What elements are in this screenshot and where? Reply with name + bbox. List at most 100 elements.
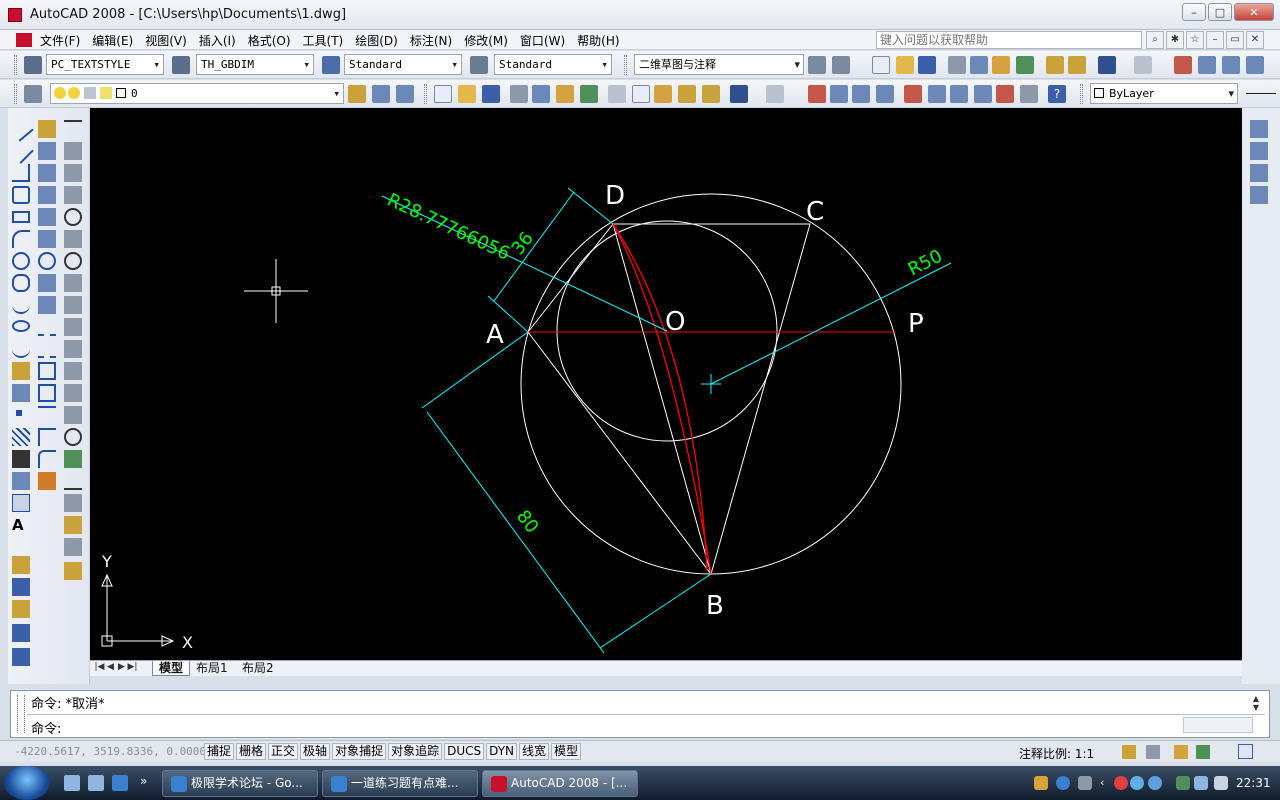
start-button[interactable] <box>4 766 50 800</box>
qq-icon[interactable] <box>1114 776 1128 790</box>
layer-thaw-sun-icon[interactable] <box>68 87 80 99</box>
3d-dwf-icon[interactable] <box>1016 56 1034 74</box>
copy-object-icon[interactable] <box>38 142 56 160</box>
dwf-icon[interactable] <box>580 85 598 103</box>
make-block-icon[interactable] <box>12 384 30 402</box>
doc-close-button[interactable]: ✕ <box>1246 31 1264 49</box>
polygon-icon[interactable] <box>12 186 30 204</box>
linetype-dropdown[interactable]: ByLayer <box>1090 83 1238 104</box>
tool-palettes-icon[interactable] <box>1222 56 1240 74</box>
tab-layout2[interactable]: 布局2 <box>236 661 280 676</box>
open-file-icon[interactable] <box>896 56 914 74</box>
convert-space-icon[interactable] <box>12 648 30 666</box>
menu-modify[interactable]: 修改(M) <box>464 32 508 49</box>
text-scale-icon[interactable] <box>12 600 30 618</box>
workspace-settings-icon[interactable] <box>808 56 826 74</box>
brush-icon[interactable] <box>678 85 696 103</box>
task-browser-forum[interactable]: 极限学术论坛 - Go... <box>162 770 318 797</box>
table-icon[interactable] <box>12 494 30 512</box>
polyline-icon[interactable] <box>12 164 30 182</box>
plot-icon[interactable] <box>948 56 966 74</box>
save-icon[interactable] <box>918 56 936 74</box>
toolbar-grip[interactable] <box>1080 84 1083 104</box>
volume-icon[interactable] <box>1214 776 1228 790</box>
messenger-icon[interactable] <box>1130 776 1144 790</box>
cut-icon[interactable] <box>1046 56 1064 74</box>
help-search-input[interactable]: 键入问题以获取帮助 <box>876 31 1142 49</box>
layer-lock-icon[interactable] <box>84 87 96 99</box>
arc-length-icon[interactable] <box>64 164 82 182</box>
gradient-icon[interactable] <box>12 450 30 468</box>
toggle-ducs[interactable]: DUCS <box>444 743 485 760</box>
calculator-icon[interactable] <box>1020 85 1038 103</box>
offset-icon[interactable] <box>38 186 56 204</box>
toggle-otrack[interactable]: 对象追踪 <box>388 743 443 760</box>
taskbar-clock[interactable]: 22:31 <box>1236 776 1271 790</box>
explode-icon[interactable] <box>38 472 56 490</box>
switch-windows-icon[interactable] <box>88 775 104 791</box>
paste-icon[interactable] <box>654 85 672 103</box>
construction-line-icon[interactable] <box>8 138 34 164</box>
save-drawing-icon[interactable] <box>482 85 500 103</box>
toolbar-grip[interactable] <box>14 84 17 104</box>
matchprop-icon[interactable] <box>702 85 720 103</box>
ellipse-arc-icon[interactable] <box>12 340 30 358</box>
help-icon[interactable]: ? <box>1048 85 1066 103</box>
baseline-icon[interactable] <box>64 318 82 336</box>
text-style-dropdown[interactable]: PC_TEXTSTYLE <box>46 54 164 75</box>
menu-draw[interactable]: 绘图(D) <box>355 32 398 49</box>
toggle-ortho[interactable]: 正交 <box>268 743 299 760</box>
continue-icon[interactable] <box>64 340 82 358</box>
jogged-icon[interactable] <box>64 230 82 248</box>
radius-dimension-icon[interactable] <box>64 208 82 226</box>
chamfer-icon[interactable] <box>38 428 56 446</box>
arc-icon[interactable] <box>12 230 30 248</box>
dimtedit-icon[interactable] <box>64 516 82 534</box>
workspace-dropdown[interactable]: 二维草图与注释 <box>634 54 804 75</box>
menu-edit[interactable]: 编辑(E) <box>92 32 133 49</box>
break-icon[interactable] <box>38 384 56 402</box>
erase-icon[interactable] <box>38 120 56 138</box>
ime-options-icon[interactable] <box>1078 776 1092 790</box>
print-icon[interactable] <box>510 85 528 103</box>
revcloud-icon[interactable] <box>12 274 30 292</box>
cursor-coordinates[interactable]: -4220.5617, 3519.8336, 0.0000 <box>14 745 206 758</box>
command-prompt-input[interactable]: 命令: <box>31 718 61 737</box>
text-justify-icon[interactable] <box>12 624 30 642</box>
publish-drawing-icon[interactable] <box>556 85 574 103</box>
markup-icon[interactable] <box>996 85 1014 103</box>
point-icon[interactable] <box>16 410 22 416</box>
annotation-visibility-icon[interactable] <box>1122 745 1136 759</box>
mtext-icon[interactable] <box>12 556 30 574</box>
sheet-set-icon[interactable] <box>1246 56 1264 74</box>
preview-icon[interactable] <box>532 85 550 103</box>
region-icon[interactable] <box>12 472 30 490</box>
join-icon[interactable] <box>38 406 56 424</box>
clean-screen-icon[interactable] <box>1238 744 1253 759</box>
drawing-canvas[interactable]: D C A O P B R28.77766056 36 R50 80 Y X <box>90 108 1242 660</box>
linear-dimension-icon[interactable] <box>64 120 82 138</box>
layer-viewport-icon[interactable] <box>100 87 112 99</box>
angular-dimension-icon[interactable] <box>64 274 82 292</box>
inspection-icon[interactable] <box>64 450 82 468</box>
text-style-icon[interactable] <box>24 56 42 74</box>
menu-help[interactable]: 帮助(H) <box>577 32 619 49</box>
jogged-linear-icon[interactable] <box>64 472 82 490</box>
center-mark-icon[interactable] <box>64 428 82 446</box>
new-file-icon[interactable] <box>872 56 890 74</box>
dim-style-dropdown[interactable]: TH_GBDIM <box>196 54 314 75</box>
last-tab-icon[interactable]: ▶| <box>127 662 138 672</box>
toolpalette2-icon[interactable] <box>950 85 968 103</box>
rotate-icon[interactable] <box>38 252 56 270</box>
scissors-icon[interactable] <box>608 85 626 103</box>
layer-previous-icon[interactable] <box>372 85 390 103</box>
help-tray-icon[interactable] <box>1056 776 1070 790</box>
undo2-icon[interactable] <box>730 85 748 103</box>
menu-file[interactable]: 文件(F) <box>40 32 80 49</box>
quicklaunch-overflow-icon[interactable]: » <box>140 774 147 788</box>
security-icon[interactable] <box>1148 776 1162 790</box>
table-style-icon[interactable] <box>322 56 340 74</box>
aligned-dimension-icon[interactable] <box>64 142 82 160</box>
ordinate-icon[interactable] <box>64 186 82 204</box>
tray-expand-icon[interactable]: ‹ <box>1100 776 1114 790</box>
